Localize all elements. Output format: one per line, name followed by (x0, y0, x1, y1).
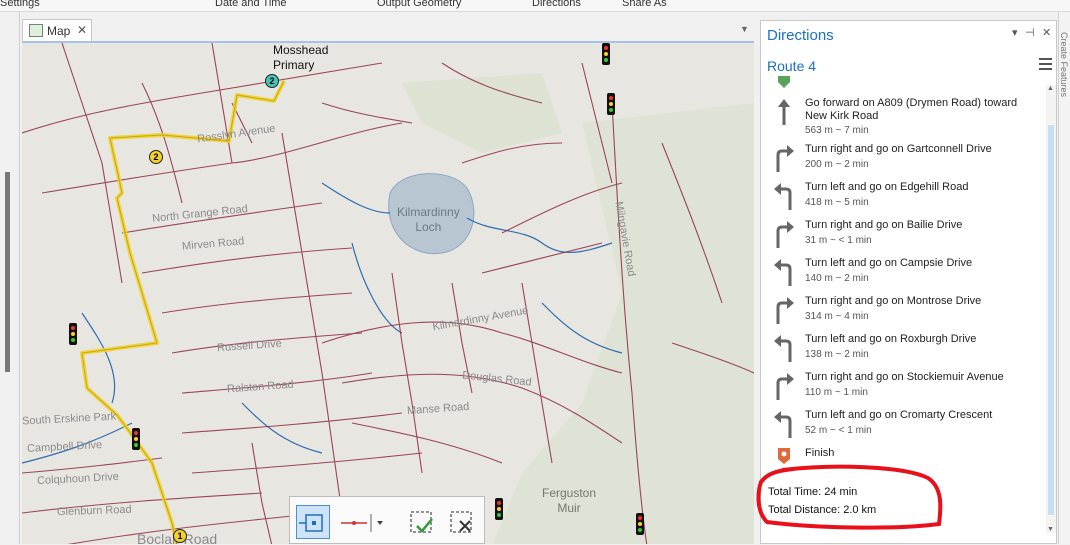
direction-text: Turn left and go on Edgehill Road (805, 181, 969, 193)
directions-scrollbar[interactable]: ▲ ▼ (1046, 85, 1056, 533)
right-pane-strip[interactable]: Create Features (1058, 12, 1070, 544)
start-pin-icon (778, 76, 790, 88)
finish-pin-icon (778, 448, 790, 464)
close-icon[interactable]: ✕ (77, 23, 87, 37)
annotation-circle (756, 464, 943, 530)
route-name[interactable]: Route 4 (767, 58, 816, 74)
route-stop-destination[interactable]: 2 (265, 74, 279, 88)
scrollbar-thumb[interactable] (1048, 125, 1054, 515)
turn-left-icon (774, 411, 792, 438)
direction-text: Turn left and go on Cromarty Crescent (805, 409, 993, 421)
direction-text: Turn left and go on Roxburgh Drive (805, 333, 977, 345)
left-pane-strip (0, 12, 20, 544)
ribbon-group-settings: Settings (0, 0, 40, 9)
close-icon[interactable]: ✕ (1042, 26, 1051, 39)
loch-label: Kilmardinny Loch (397, 205, 460, 234)
tab-dropdown-icon[interactable]: ▼ (740, 24, 749, 34)
direction-detail: 314 m ~ 4 min (805, 311, 869, 322)
discard-sketch-button[interactable] (444, 505, 478, 539)
turn-left-icon (774, 183, 792, 210)
ribbon-group-output-geometry: Output Geometry (377, 0, 462, 9)
map-view[interactable]: Rosslyn Avenue North Grange Road Mirven … (22, 41, 754, 544)
finish-sketch-button[interactable] (404, 505, 438, 539)
select-vertex-button[interactable] (296, 505, 330, 539)
direction-text: Go forward on A809 (Drymen Road) toward … (805, 97, 1018, 122)
direction-detail: 140 m ~ 2 min (805, 273, 869, 284)
segment-icon (341, 514, 383, 532)
direction-detail: 110 m ~ 1 min (805, 387, 868, 398)
poi-label-mosshead-primary: Mosshead Primary (273, 43, 329, 72)
turn-right-icon (776, 221, 794, 248)
direction-detail: 31 m ~ < 1 min (805, 235, 872, 246)
direction-text: Turn right and go on Stockiemuir Avenue (805, 371, 1004, 383)
map-canvas (22, 43, 754, 544)
route-stop-origin[interactable]: 1 (173, 529, 187, 543)
scroll-down-icon[interactable]: ▼ (1047, 526, 1054, 533)
area-label: Ferguston Muir (542, 486, 597, 515)
direction-text: Turn right and go on Bailie Drive (805, 219, 963, 231)
map-edit-toolbar (289, 496, 485, 544)
check-icon (410, 511, 433, 533)
direction-text: Turn left and go on Campsie Drive (805, 257, 973, 269)
direction-text: Turn right and go on Montrose Drive (805, 295, 982, 307)
select-vertex-icon (299, 514, 323, 532)
pane-title: Directions (767, 27, 834, 44)
discard-icon (450, 511, 472, 533)
direction-detail: 418 m ~ 5 min (805, 197, 869, 208)
ribbon-group-share-as: Share As (622, 0, 667, 9)
finish-label[interactable]: Finish (805, 447, 834, 459)
direction-detail: 52 m ~ < 1 min (805, 425, 872, 436)
turn-right-icon (776, 373, 794, 400)
create-features-tab[interactable]: Create Features (1059, 32, 1069, 97)
map-icon (29, 24, 43, 37)
segment-tool-button[interactable] (336, 505, 386, 539)
scroll-up-icon[interactable]: ▲ (1047, 85, 1054, 92)
traffic-light-icon (602, 43, 610, 65)
tab-map-label: Map (47, 24, 71, 38)
turn-right-icon (776, 297, 794, 324)
turn-left-icon (774, 259, 792, 286)
traffic-light-icon (69, 323, 77, 345)
direction-text: Turn right and go on Gartconnell Drive (805, 143, 992, 155)
route-stop-waypoint[interactable]: 2 (149, 150, 163, 164)
menu-icon[interactable] (1039, 58, 1052, 73)
traffic-light-icon (607, 93, 615, 115)
straight-arrow-icon (778, 99, 790, 125)
traffic-light-icon (495, 498, 503, 520)
left-pane-scrollbar[interactable] (5, 172, 10, 372)
ribbon-group-date-time: Date and Time (215, 0, 287, 9)
direction-detail: 138 m ~ 2 min (805, 349, 869, 360)
pane-options-dropdown-icon[interactable]: ▾ (1012, 26, 1018, 39)
ribbon-group-labels: Settings Date and Time Output Geometry D… (0, 0, 1070, 12)
pin-icon[interactable]: ⊣ (1025, 26, 1035, 39)
direction-detail: 563 m ~ 7 min (805, 125, 869, 136)
tab-map[interactable]: Map ✕ (22, 19, 92, 41)
turn-left-icon (774, 335, 792, 362)
direction-detail: 200 m ~ 2 min (805, 159, 869, 170)
turn-right-icon (776, 145, 794, 172)
ribbon-group-directions: Directions (532, 0, 581, 9)
traffic-light-icon (132, 428, 140, 450)
traffic-light-icon (636, 513, 644, 535)
